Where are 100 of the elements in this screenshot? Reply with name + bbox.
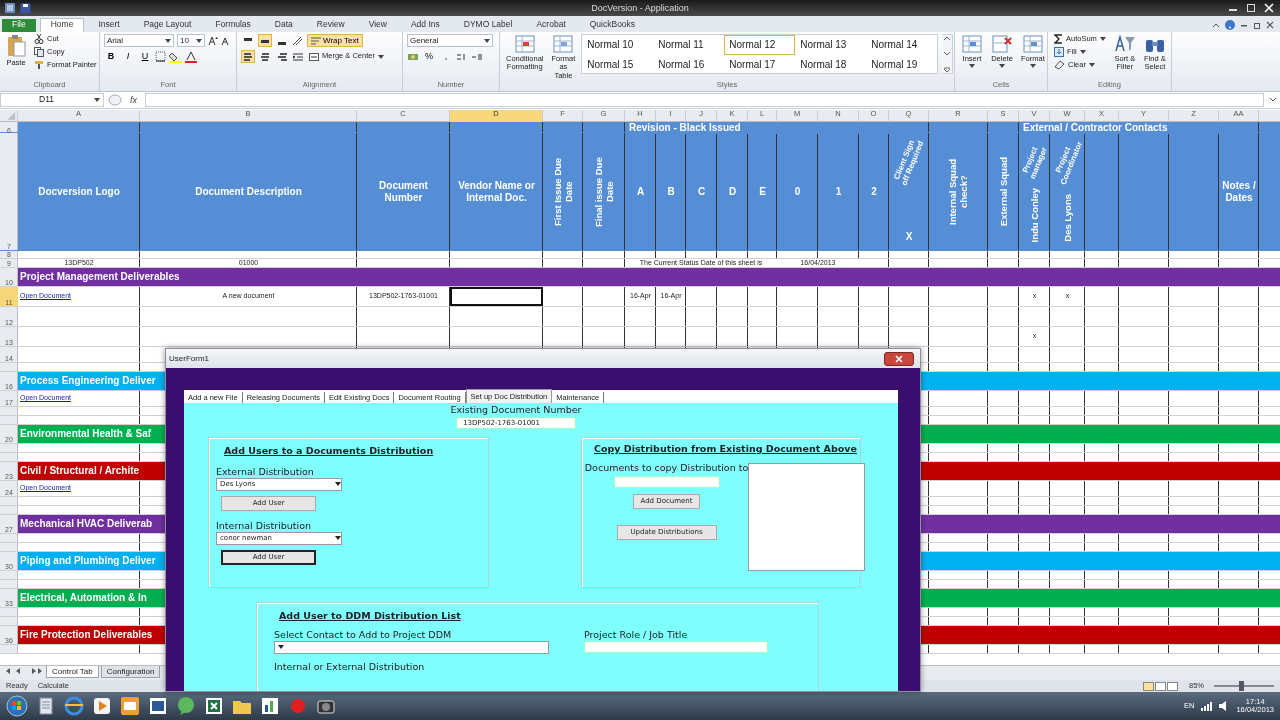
style-option[interactable]: Normal 10 xyxy=(582,35,654,55)
number-format-field[interactable]: General xyxy=(407,34,493,47)
ribbon-tab[interactable]: Page Layout xyxy=(133,19,202,32)
ribbon-tab[interactable]: Review xyxy=(306,19,355,32)
page-icon[interactable] xyxy=(148,696,168,716)
indent-icon[interactable] xyxy=(292,51,304,62)
network-icon[interactable] xyxy=(1200,701,1213,711)
chevron-icon[interactable] xyxy=(1212,21,1220,29)
style-option[interactable]: Normal 19 xyxy=(866,54,938,74)
text-style-toggle[interactable]: B xyxy=(104,50,118,63)
style-option[interactable]: Normal 11 xyxy=(653,35,725,55)
text-style-toggle[interactable]: U xyxy=(138,50,152,63)
align-button[interactable] xyxy=(241,50,255,64)
globe-icon[interactable] xyxy=(64,696,84,716)
ribbon-tab[interactable]: Insert xyxy=(88,19,130,32)
text-field[interactable] xyxy=(584,640,768,653)
font-field[interactable]: Arial xyxy=(104,34,174,47)
field-label: Documents to copy Distribution to xyxy=(584,462,749,474)
column-heading: B xyxy=(667,185,675,198)
font-color-icon[interactable] xyxy=(185,50,197,63)
formula-field[interactable] xyxy=(145,93,1264,107)
column-heading: Vendor Name or Internal Doc. xyxy=(457,180,536,203)
ribbon-tab[interactable]: Formulas xyxy=(205,19,261,32)
sheet-navigation-drawing[interactable] xyxy=(4,666,44,676)
ribbon-tab[interactable]: QuickBooks xyxy=(579,19,646,32)
align-button[interactable] xyxy=(275,50,289,64)
style-option[interactable]: Normal 16 xyxy=(653,54,725,74)
text-field[interactable] xyxy=(613,475,720,488)
more-icon[interactable] xyxy=(942,67,953,73)
grow-font-icon[interactable] xyxy=(208,35,218,46)
play-icon[interactable] xyxy=(92,696,112,716)
sort-filter-icon xyxy=(1113,34,1136,54)
ribbon-tab[interactable]: File xyxy=(2,19,36,32)
section-heading: Project Management Deliverables xyxy=(18,268,1280,286)
speech-bubble-icon[interactable] xyxy=(176,696,196,716)
page-view-icons[interactable] xyxy=(1143,681,1179,691)
sheet-tab[interactable]: Configuration xyxy=(100,666,161,679)
shrink-font-icon[interactable] xyxy=(221,35,231,46)
fill-color-icon[interactable] xyxy=(169,50,182,63)
ribbon-tab[interactable]: DYMO Label xyxy=(453,19,523,32)
style-option[interactable]: Normal 13 xyxy=(795,35,867,55)
scroll-up-icon[interactable] xyxy=(942,35,953,41)
close-icon[interactable] xyxy=(1262,3,1276,13)
spreadsheet-icon[interactable] xyxy=(204,696,224,716)
align-button[interactable] xyxy=(258,50,272,64)
currency-icon[interactable] xyxy=(407,51,419,62)
increase-decimal-icon[interactable] xyxy=(456,51,468,62)
column-heading: Document Description xyxy=(195,185,302,198)
field-label: Internal or External Distribution xyxy=(274,661,426,673)
merge-icon xyxy=(309,52,319,61)
text-angle-icon[interactable] xyxy=(292,35,304,46)
text-style-toggle[interactable]: I xyxy=(121,50,135,63)
align-icon xyxy=(243,52,253,61)
sheet-tab[interactable]: Control Tab xyxy=(46,666,99,679)
list-box[interactable] xyxy=(748,462,865,571)
caret-icon xyxy=(335,536,341,541)
ribbon-tab[interactable]: Add Ins xyxy=(400,19,450,32)
save-icon[interactable] xyxy=(20,2,31,14)
close-icon[interactable] xyxy=(1266,21,1274,29)
table-format-icon xyxy=(552,34,575,54)
frame-title: Add User to DDM Distribution List xyxy=(279,610,462,622)
close-button[interactable] xyxy=(884,351,914,366)
zoom-thumb[interactable] xyxy=(1239,681,1244,691)
wrap-text-button[interactable]: Wrap Text xyxy=(307,34,363,48)
style-option[interactable]: Normal 12 xyxy=(724,35,796,55)
caret-icon xyxy=(377,54,384,59)
field-label: Existing Document Number xyxy=(450,405,582,416)
style-option[interactable]: Normal 17 xyxy=(724,54,796,74)
style-option[interactable]: Normal 15 xyxy=(582,54,654,74)
decrease-decimal-icon[interactable] xyxy=(471,51,483,62)
ribbon-tab[interactable]: Acrobat xyxy=(526,19,576,32)
column-heading: A xyxy=(636,185,645,198)
ribbon-tab[interactable]: Home xyxy=(39,18,85,32)
insert-function-button[interactable]: fx xyxy=(126,94,141,106)
spreadsheet-icon[interactable] xyxy=(4,2,16,14)
style-option[interactable]: Normal 14 xyxy=(866,35,938,55)
caret-icon xyxy=(999,64,1005,69)
dropdown-field[interactable] xyxy=(274,640,549,654)
restore-icon[interactable] xyxy=(1253,21,1261,29)
border-icon[interactable] xyxy=(155,51,166,62)
selected-cell[interactable] xyxy=(450,287,543,306)
name-box[interactable]: D11 xyxy=(0,93,104,107)
number-button[interactable]: % xyxy=(422,50,436,63)
help-icon[interactable] xyxy=(1225,20,1235,30)
column-heading: Des Lyons xyxy=(1061,194,1074,242)
document-icon[interactable] xyxy=(36,696,56,716)
maximize-icon[interactable] xyxy=(1244,3,1258,13)
scroll-down-icon[interactable] xyxy=(942,51,953,57)
chart-icon[interactable] xyxy=(260,696,280,716)
align-button[interactable] xyxy=(258,34,272,48)
font-size-field[interactable]: 10 xyxy=(177,34,205,47)
style-option[interactable]: Normal 18 xyxy=(795,54,867,74)
close-icon xyxy=(895,354,903,363)
start-button[interactable] xyxy=(6,695,28,717)
column-heading: X xyxy=(905,230,913,242)
number-button[interactable]: , xyxy=(439,50,453,63)
ribbon-tab[interactable]: Data xyxy=(264,19,303,32)
ribbon-tab[interactable]: View xyxy=(358,19,397,32)
column-heading: First Issue Due Date xyxy=(551,156,575,228)
field-label: Project Role / Job Title xyxy=(584,629,689,641)
